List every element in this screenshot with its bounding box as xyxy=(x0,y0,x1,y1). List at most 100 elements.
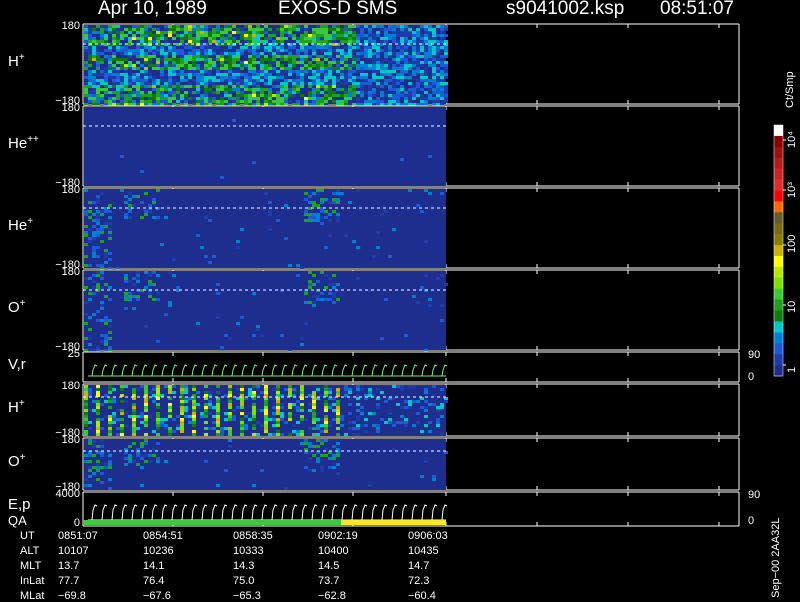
spectrogram-pixel xyxy=(392,385,396,388)
spectrogram-pixel xyxy=(156,88,160,91)
panel-label-text: H xyxy=(8,53,19,70)
spectrogram-pixel xyxy=(376,67,380,70)
spectrogram-pixel xyxy=(316,64,320,67)
spectrogram-pixel xyxy=(108,25,112,28)
spectrogram-pixel xyxy=(180,388,184,391)
spectrogram-pixel xyxy=(252,76,256,79)
spectrogram-pixel xyxy=(276,388,280,391)
spectrogram-pixel xyxy=(408,385,412,388)
spectrogram-pixel xyxy=(204,421,208,424)
spectrogram-pixel xyxy=(156,34,160,37)
spectrogram-pixel xyxy=(292,46,296,49)
spectrogram-pixel xyxy=(328,466,332,469)
spectrogram-pixel xyxy=(396,82,400,85)
spectrogram-pixel xyxy=(208,261,212,264)
spectrogram-pixel xyxy=(252,73,256,76)
spectrogram-pixel xyxy=(344,91,348,94)
spectrogram-pixel xyxy=(436,85,440,88)
spectrogram-pixel xyxy=(404,76,408,79)
spectrogram-pixel xyxy=(368,34,372,37)
spectrogram-pixel xyxy=(304,67,308,70)
spectrogram-pixel xyxy=(96,52,100,55)
spectrogram-pixel xyxy=(224,85,228,88)
spectrogram-pixel xyxy=(356,40,360,43)
spectrogram-pixel xyxy=(312,91,316,94)
colorbar-swatch xyxy=(774,365,783,377)
spectrogram-pixel xyxy=(84,40,88,43)
spectrogram-pixel xyxy=(344,25,348,28)
spectrogram-pixel xyxy=(240,61,244,64)
spectrogram-pixel xyxy=(172,55,176,58)
spectrogram-pixel xyxy=(132,406,136,409)
spectrogram-pixel xyxy=(208,400,212,403)
spectrogram-pixel xyxy=(344,52,348,55)
spectrogram-pixel xyxy=(252,34,256,37)
spectrogram-pixel xyxy=(440,304,444,307)
spectrogram-pixel xyxy=(160,76,164,79)
spectrogram-pixel xyxy=(148,454,152,457)
spectrogram-pixel xyxy=(240,85,244,88)
spectrogram-pixel xyxy=(240,388,244,391)
spectrogram-pixel xyxy=(100,70,104,73)
spectrogram-pixel xyxy=(276,73,280,76)
spectrogram-pixel xyxy=(172,73,176,76)
spectrogram-pixel xyxy=(364,430,368,433)
spectrogram-pixel xyxy=(100,225,104,228)
spectrogram-pixel xyxy=(384,37,388,40)
spectrogram-pixel xyxy=(320,466,324,469)
spectrogram-pixel xyxy=(108,418,112,421)
spectrogram-pixel xyxy=(96,406,100,409)
spectrogram-pixel xyxy=(128,82,132,85)
spectrogram-pixel xyxy=(192,55,196,58)
spectrogram-pixel xyxy=(320,222,324,225)
spectrogram-pixel xyxy=(208,67,212,70)
spectrogram-pixel xyxy=(92,454,96,457)
spectrogram-pixel xyxy=(380,91,384,94)
spectrogram-pixel xyxy=(92,28,96,31)
spectrogram-pixel xyxy=(184,391,188,394)
spectrogram-pixel xyxy=(104,466,108,469)
spectrogram-pixel xyxy=(312,295,316,298)
spectrogram-pixel xyxy=(240,94,244,97)
spectrogram-pixel xyxy=(328,52,332,55)
spectrogram-pixel xyxy=(372,100,376,103)
spectrogram-pixel xyxy=(172,274,176,277)
spectrogram-pixel xyxy=(312,79,316,82)
spectrogram-pixel xyxy=(168,49,172,52)
spectrogram-pixel xyxy=(408,189,412,192)
y-tick-max-label: 25 xyxy=(68,348,80,360)
ephemeris-row-label: MLat xyxy=(20,590,45,602)
spectrogram-pixel xyxy=(148,85,152,88)
spectrogram-pixel xyxy=(164,37,168,40)
spectrogram-pixel xyxy=(236,388,240,391)
spectrogram-pixel xyxy=(412,67,416,70)
spectrogram-pixel xyxy=(188,97,192,100)
spectrogram-pixel xyxy=(408,55,412,58)
spectrogram-pixel xyxy=(220,346,224,349)
spectrogram-pixel xyxy=(224,52,228,55)
spectrogram-pixel xyxy=(208,427,212,430)
spectrogram-pixel xyxy=(316,91,320,94)
spectrogram-pixel xyxy=(84,34,88,37)
spectrogram-pixel xyxy=(288,28,292,31)
spectrogram-pixel xyxy=(224,73,228,76)
spectrogram-pixel xyxy=(168,88,172,91)
spectrogram-pixel xyxy=(332,67,336,70)
spectrogram-pixel xyxy=(84,430,88,433)
spectrogram-pixel xyxy=(240,91,244,94)
spectrogram-pixel xyxy=(120,49,124,52)
spectrogram-pixel xyxy=(344,64,348,67)
panel-he-plusplus: 180−180 xyxy=(55,102,740,189)
panel-label-text: O xyxy=(8,453,20,470)
spectrogram-pixel xyxy=(104,25,108,28)
spectrogram-pixel xyxy=(240,67,244,70)
spectrogram-pixel xyxy=(252,82,256,85)
spectrogram-pixel xyxy=(376,388,380,391)
spectrogram-pixel xyxy=(428,46,432,49)
spectrogram-pixel xyxy=(436,49,440,52)
spectrogram-pixel xyxy=(204,415,208,418)
spectrogram-pixel xyxy=(296,409,300,412)
spectrogram-pixel xyxy=(336,213,340,216)
spectrogram-pixel xyxy=(180,49,184,52)
colorbar-swatch xyxy=(774,299,783,312)
